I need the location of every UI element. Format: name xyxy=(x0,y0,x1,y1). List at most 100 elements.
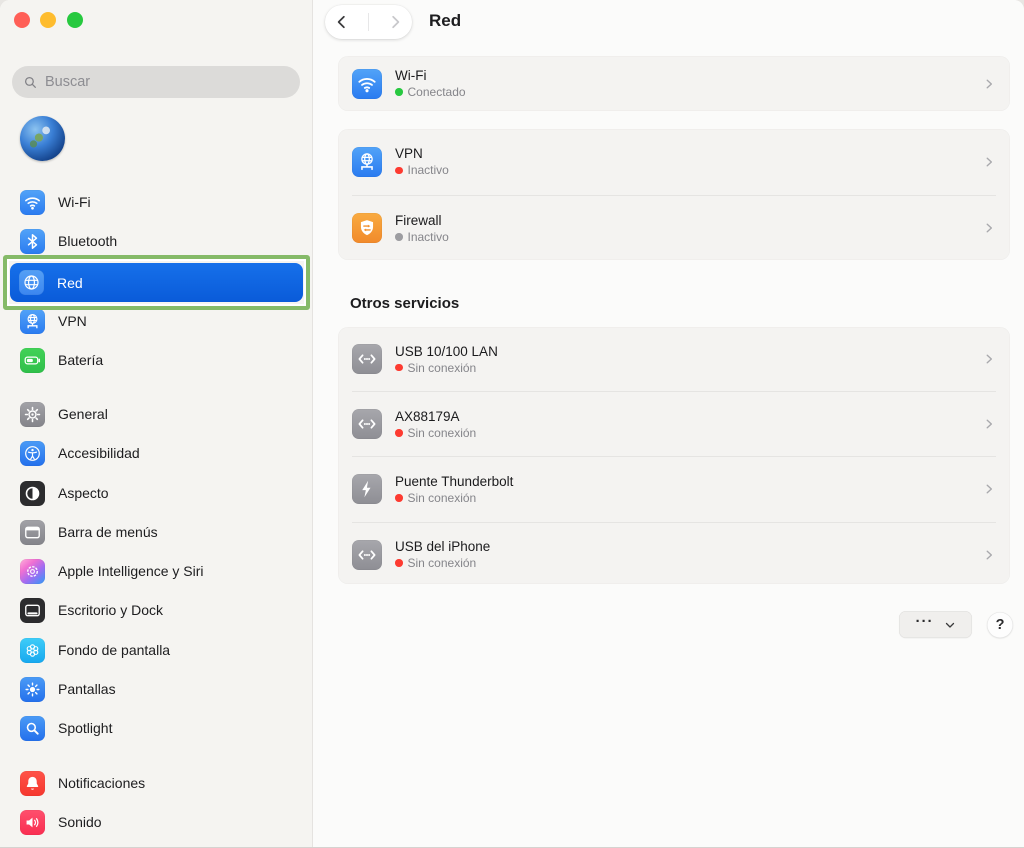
system-settings-window: Wi-Fi Bluetooth Red VPN Batería General … xyxy=(0,0,1024,848)
status-dot xyxy=(395,167,403,175)
row-status: Conectado xyxy=(395,85,466,99)
status-dot xyxy=(395,559,403,567)
sidebar-item-label: Apple Intelligence y Siri xyxy=(58,563,204,579)
sidebar-item-spotlight[interactable]: Spotlight xyxy=(10,711,303,745)
forward-button[interactable] xyxy=(386,13,404,31)
chevron-right-icon xyxy=(982,77,996,91)
chevron-right-icon xyxy=(982,155,996,169)
row-status: Inactivo xyxy=(395,230,449,244)
list-item-firewall[interactable]: Firewall Inactivo xyxy=(338,196,1010,261)
close-button[interactable] xyxy=(14,12,30,28)
accessibility-icon xyxy=(20,441,45,466)
page-title: Red xyxy=(429,11,461,31)
status-dot xyxy=(395,364,403,372)
row-title: USB 10/100 LAN xyxy=(395,344,498,359)
sidebar-item-notificaciones[interactable]: Notificaciones xyxy=(10,766,303,800)
sidebar-item-general[interactable]: General xyxy=(10,397,303,431)
other-services-card: USB 10/100 LAN Sin conexión AX88179A Sin… xyxy=(338,327,1010,584)
chevron-right-icon xyxy=(982,352,996,366)
minimize-button[interactable] xyxy=(40,12,56,28)
ellipsis-icon: ··· xyxy=(916,617,934,633)
sidebar-item-label: Accesibilidad xyxy=(58,445,140,461)
sidebar-item-label: Barra de menús xyxy=(58,524,158,540)
chevron-left-icon xyxy=(333,13,351,31)
sidebar-item-bateria[interactable]: Batería xyxy=(10,343,303,377)
row-title: Firewall xyxy=(395,213,449,228)
back-button[interactable] xyxy=(333,13,351,31)
vpn-icon xyxy=(352,147,382,177)
sidebar-item-aspecto[interactable]: Aspecto xyxy=(10,476,303,510)
sidebar-item-escritorio-y-dock[interactable]: Escritorio y Dock xyxy=(10,593,303,627)
ethernet-icon xyxy=(352,540,382,570)
status-dot xyxy=(395,88,403,96)
avatar[interactable] xyxy=(20,116,65,161)
row-title: AX88179A xyxy=(395,409,476,424)
sidebar-item-bluetooth[interactable]: Bluetooth xyxy=(10,224,303,258)
wifi-icon xyxy=(352,69,382,99)
sidebar-item-label: Sonido xyxy=(58,814,102,830)
sidebar-item-barra-de-menus[interactable]: Barra de menús xyxy=(10,515,303,549)
row-title: VPN xyxy=(395,146,449,161)
sidebar-item-label: Spotlight xyxy=(58,720,112,736)
status-dot xyxy=(395,429,403,437)
menu-bar-icon xyxy=(20,520,45,545)
bluetooth-icon xyxy=(20,229,45,254)
list-item-puente-thunderbolt[interactable]: Puente Thunderbolt Sin conexión xyxy=(338,457,1010,521)
vpn-icon xyxy=(20,309,45,334)
zoom-button[interactable] xyxy=(67,12,83,28)
spotlight-icon xyxy=(20,716,45,741)
status-dot xyxy=(395,494,403,502)
sidebar-item-fondo-de-pantalla[interactable]: Fondo de pantalla xyxy=(10,633,303,667)
sidebar-item-label: Batería xyxy=(58,352,103,368)
section-title: Otros servicios xyxy=(350,295,459,312)
row-title: Wi-Fi xyxy=(395,68,466,83)
chevron-right-icon xyxy=(982,417,996,431)
row-status: Inactivo xyxy=(395,163,449,177)
help-button[interactable]: ? xyxy=(987,612,1013,638)
desktop-dock-icon xyxy=(20,598,45,623)
sidebar-item-label: Wi-Fi xyxy=(58,194,91,210)
wifi-card: Wi-Fi Conectado xyxy=(338,56,1010,111)
more-options-button[interactable]: ··· xyxy=(899,611,972,638)
notifications-icon xyxy=(20,771,45,796)
ethernet-icon xyxy=(352,409,382,439)
list-item-wifi[interactable]: Wi-Fi Conectado xyxy=(338,56,1010,111)
sidebar-item-label: Notificaciones xyxy=(58,775,145,791)
wallpaper-icon xyxy=(20,638,45,663)
wifi-icon xyxy=(20,190,45,215)
sidebar-item-label: Escritorio y Dock xyxy=(58,602,163,618)
firewall-icon xyxy=(352,213,382,243)
footer-actions: ··· ? xyxy=(899,611,1013,638)
ethernet-icon xyxy=(352,344,382,374)
search-input[interactable] xyxy=(45,74,290,90)
sidebar-item-label: Pantallas xyxy=(58,681,116,697)
nav-buttons xyxy=(325,5,412,39)
thunderbolt-icon xyxy=(352,474,382,504)
row-status: Sin conexión xyxy=(395,491,513,505)
sidebar-item-sonido[interactable]: Sonido xyxy=(10,805,303,839)
sidebar-item-apple-intelligence-y-siri[interactable]: Apple Intelligence y Siri xyxy=(10,554,303,588)
row-status: Sin conexión xyxy=(395,426,476,440)
list-item-usb-lan[interactable]: USB 10/100 LAN Sin conexión xyxy=(338,327,1010,391)
sidebar-item-wifi[interactable]: Wi-Fi xyxy=(10,185,303,219)
sidebar-item-label: VPN xyxy=(58,313,87,329)
list-item-vpn[interactable]: VPN Inactivo xyxy=(338,129,1010,195)
sidebar-item-red[interactable]: Red xyxy=(10,263,303,302)
list-item-ax88179a[interactable]: AX88179A Sin conexión xyxy=(338,392,1010,456)
chevron-right-icon xyxy=(982,482,996,496)
vpn-firewall-card: VPN Inactivo Firewall Inactivo xyxy=(338,129,1010,260)
gear-icon xyxy=(20,402,45,427)
sidebar-item-pantallas[interactable]: Pantallas xyxy=(10,672,303,706)
sidebar-item-accesibilidad[interactable]: Accesibilidad xyxy=(10,436,303,470)
list-item-usb-del-iphone[interactable]: USB del iPhone Sin conexión xyxy=(338,523,1010,584)
search-field[interactable] xyxy=(12,66,300,98)
sidebar-item-label: General xyxy=(58,406,108,422)
row-status: Sin conexión xyxy=(395,556,490,570)
sidebar-item-label: Red xyxy=(57,275,83,291)
displays-icon xyxy=(20,677,45,702)
sidebar-item-vpn[interactable]: VPN xyxy=(10,304,303,338)
sound-icon xyxy=(20,810,45,835)
search-icon xyxy=(22,74,39,91)
sidebar-item-label: Fondo de pantalla xyxy=(58,642,170,658)
appearance-icon xyxy=(20,481,45,506)
